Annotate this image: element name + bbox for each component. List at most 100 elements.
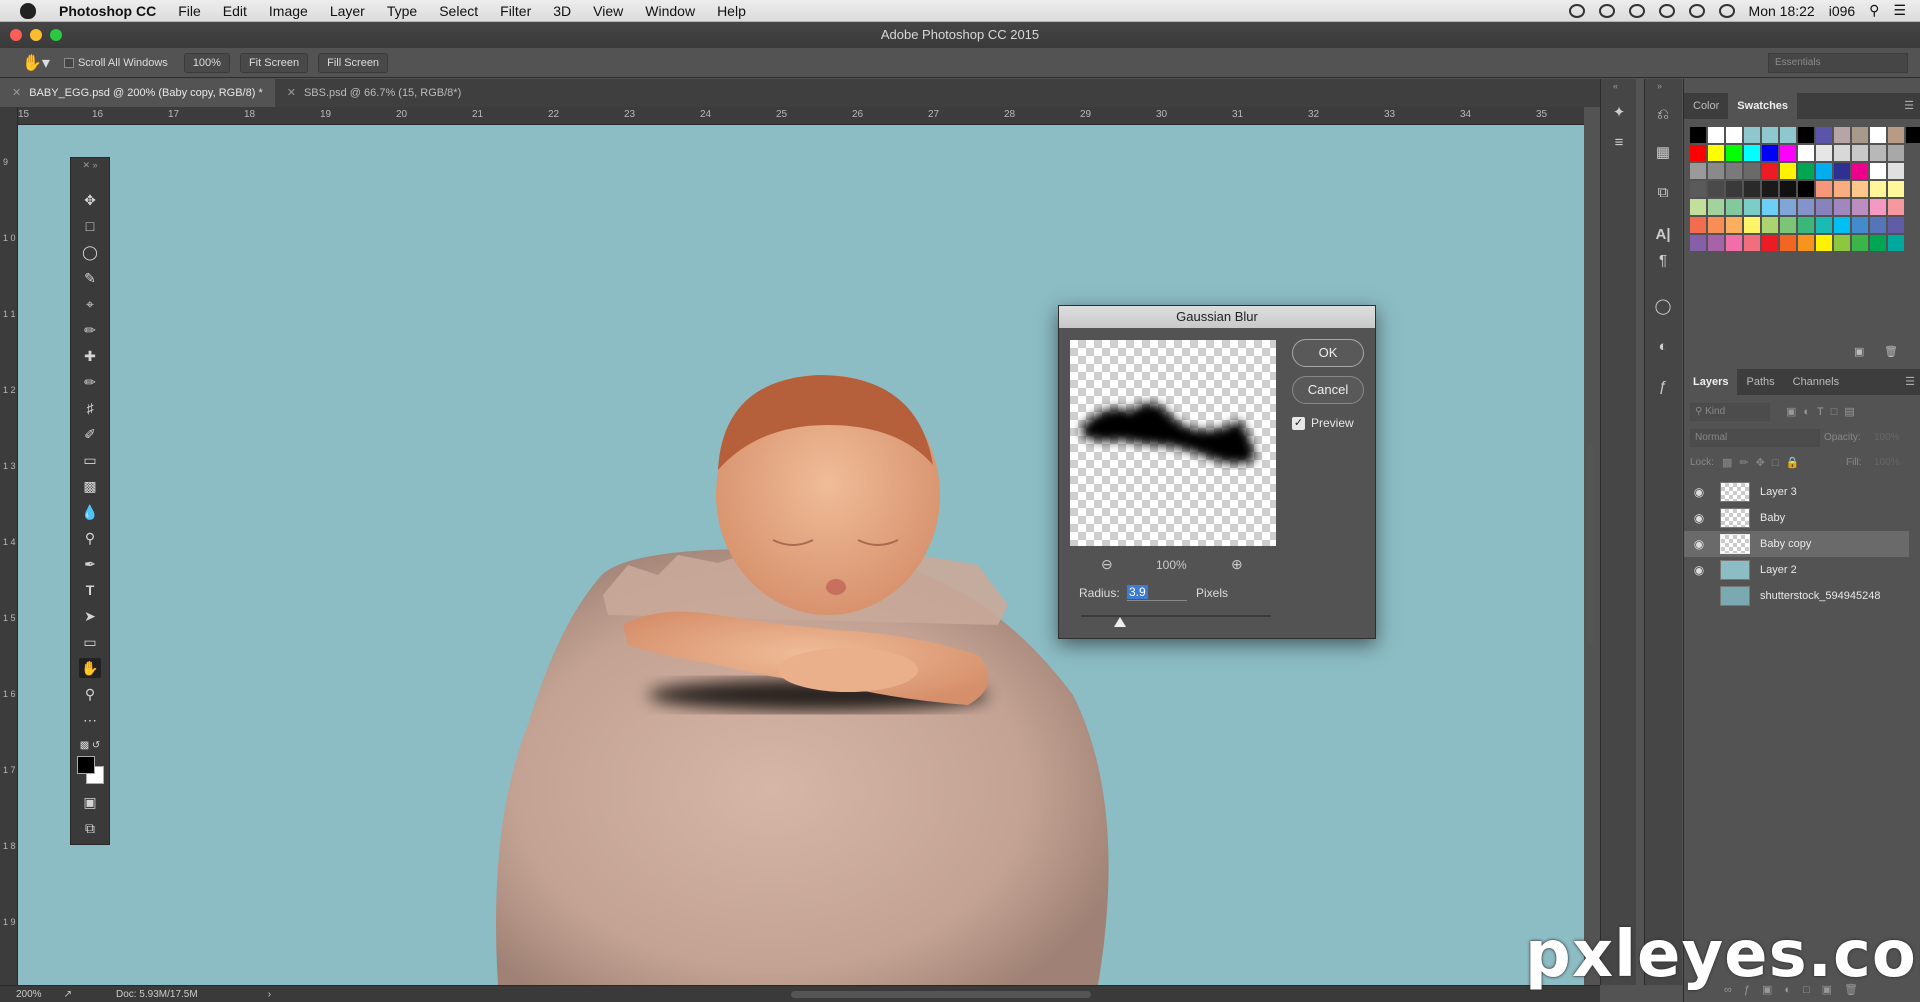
close-tab-icon[interactable]: ✕ bbox=[12, 87, 21, 99]
layer-row-layer-3[interactable]: ◉ Layer 3 bbox=[1684, 479, 1909, 505]
swatch[interactable] bbox=[1744, 145, 1760, 161]
zoom-in-icon[interactable]: ⊕ bbox=[1231, 556, 1243, 573]
layer-filter-icons[interactable]: ▣◐T□▤ bbox=[1786, 405, 1862, 418]
checkmark-icon[interactable]: ✓ bbox=[1292, 416, 1305, 430]
swatch[interactable] bbox=[1888, 217, 1904, 233]
swatch[interactable] bbox=[1708, 145, 1724, 161]
menu-help[interactable]: Help bbox=[706, 3, 757, 19]
tab-swatches[interactable]: Swatches bbox=[1728, 93, 1798, 119]
tab-color[interactable]: Color bbox=[1684, 93, 1728, 119]
paragraph-panel-icon[interactable]: ¶ bbox=[1653, 251, 1673, 271]
rectangle-tool-icon[interactable]: ▭ bbox=[79, 632, 101, 652]
zoom-window-button[interactable] bbox=[50, 29, 62, 41]
horizontal-ruler[interactable]: 15 16 17 18 19 20 21 22 23 24 25 26 27 2… bbox=[18, 107, 1584, 125]
swatch[interactable] bbox=[1852, 145, 1868, 161]
fill-screen-button[interactable]: Fill Screen bbox=[318, 52, 389, 73]
swatch[interactable] bbox=[1744, 163, 1760, 179]
zoom-out-icon[interactable]: ⊖ bbox=[1101, 556, 1113, 573]
swatch[interactable] bbox=[1798, 163, 1814, 179]
scroll-all-windows-checkbox[interactable]: Scroll All Windows bbox=[63, 57, 168, 69]
quick-selection-tool-icon[interactable]: ✎ bbox=[79, 268, 101, 288]
new-swatch-icon[interactable]: ▣ bbox=[1854, 345, 1864, 358]
menu-app-name[interactable]: Photoshop CC bbox=[48, 3, 167, 19]
swatch[interactable] bbox=[1816, 127, 1832, 143]
swatch[interactable] bbox=[1726, 127, 1742, 143]
swatch[interactable] bbox=[1834, 163, 1850, 179]
swatch[interactable] bbox=[1726, 145, 1742, 161]
swatch[interactable] bbox=[1708, 199, 1724, 215]
swatch[interactable] bbox=[1816, 235, 1832, 251]
screen-mode-icon[interactable]: ⧉ bbox=[79, 818, 101, 838]
lasso-tool-icon[interactable]: ◯ bbox=[79, 242, 101, 262]
swatch[interactable] bbox=[1816, 181, 1832, 197]
swatch[interactable] bbox=[1870, 145, 1886, 161]
clone-stamp-tool-icon[interactable]: ♯ bbox=[79, 398, 101, 418]
swatch[interactable] bbox=[1834, 127, 1850, 143]
skype-icon[interactable] bbox=[1568, 3, 1585, 18]
swatch[interactable] bbox=[1834, 217, 1850, 233]
swatch[interactable] bbox=[1780, 127, 1796, 143]
spotlight-icon[interactable]: ⚲ bbox=[1869, 2, 1879, 19]
swatch[interactable] bbox=[1762, 163, 1778, 179]
cancel-button[interactable]: Cancel bbox=[1292, 376, 1364, 404]
status-zoom[interactable]: 200% bbox=[16, 989, 42, 1000]
menu-clock[interactable]: Mon 18:22 bbox=[1749, 3, 1815, 19]
history-panel-icon[interactable]: ⎌ bbox=[1653, 105, 1673, 125]
tab-channels[interactable]: Channels bbox=[1784, 369, 1848, 395]
bluetooth-icon[interactable] bbox=[1628, 3, 1645, 18]
swatch[interactable] bbox=[1690, 217, 1706, 233]
visibility-eye-icon[interactable]: ◉ bbox=[1684, 563, 1714, 577]
menu-file[interactable]: File bbox=[167, 3, 212, 19]
hand-tool-preset-icon[interactable]: ✋▾ bbox=[22, 53, 50, 73]
notification-center-icon[interactable]: ☰ bbox=[1893, 2, 1906, 19]
menu-layer[interactable]: Layer bbox=[319, 3, 376, 19]
menu-filter[interactable]: Filter bbox=[489, 3, 542, 19]
blur-preview[interactable] bbox=[1070, 340, 1276, 546]
layer-filter-kind[interactable]: ⚲ Kind bbox=[1690, 403, 1770, 421]
preview-checkbox[interactable]: ✓ Preview bbox=[1292, 416, 1354, 430]
swatch[interactable] bbox=[1726, 163, 1742, 179]
toolbox-collapse-icon[interactable]: ✕ » bbox=[79, 160, 101, 170]
creative-cloud-icon[interactable] bbox=[1598, 3, 1615, 18]
dodge-tool-icon[interactable]: ⚲ bbox=[79, 528, 101, 548]
marquee-tool-icon[interactable]: □ bbox=[79, 216, 101, 236]
actions-panel-icon[interactable]: ƒ bbox=[1653, 377, 1673, 397]
swatch[interactable] bbox=[1870, 235, 1886, 251]
libraries-panel-icon[interactable]: ◯ bbox=[1653, 297, 1673, 317]
layer-row-baby[interactable]: ◉ Baby bbox=[1684, 505, 1909, 531]
swatch[interactable] bbox=[1852, 163, 1868, 179]
swatch[interactable] bbox=[1726, 199, 1742, 215]
crop-tool-icon[interactable]: ⌖ bbox=[79, 294, 101, 314]
visibility-eye-icon[interactable]: ◉ bbox=[1684, 537, 1714, 551]
swatch[interactable] bbox=[1690, 199, 1706, 215]
adjustments-panel-icon[interactable]: ◐ bbox=[1653, 337, 1673, 357]
swatch[interactable] bbox=[1852, 127, 1868, 143]
swatch[interactable] bbox=[1888, 163, 1904, 179]
tab-layers[interactable]: Layers bbox=[1684, 369, 1738, 395]
tab-sbs[interactable]: ✕ SBS.psd @ 66.7% (15, RGB/8*) bbox=[275, 79, 474, 107]
swatch[interactable] bbox=[1780, 199, 1796, 215]
swatch[interactable] bbox=[1780, 217, 1796, 233]
checkbox-box[interactable] bbox=[63, 57, 74, 68]
opacity-value[interactable]: 100% bbox=[1874, 432, 1900, 443]
swatch[interactable] bbox=[1852, 217, 1868, 233]
close-window-button[interactable] bbox=[10, 29, 22, 41]
gradient-tool-icon[interactable]: ▩ bbox=[79, 476, 101, 496]
delete-swatch-icon[interactable]: 🗑 bbox=[1884, 345, 1898, 358]
menu-window[interactable]: Window bbox=[634, 3, 706, 19]
healing-brush-tool-icon[interactable]: ✚ bbox=[79, 346, 101, 366]
radius-slider-track[interactable] bbox=[1081, 615, 1271, 617]
history-brush-tool-icon[interactable]: ✐ bbox=[79, 424, 101, 444]
lock-icons[interactable]: ▩✏✥□🔒 bbox=[1722, 456, 1806, 469]
swatch[interactable] bbox=[1744, 127, 1760, 143]
edit-toolbar-icon[interactable]: ⋯ bbox=[79, 710, 101, 730]
swatch[interactable] bbox=[1798, 145, 1814, 161]
swatch[interactable] bbox=[1816, 163, 1832, 179]
swatch[interactable] bbox=[1870, 127, 1886, 143]
export-icon[interactable]: ↗ bbox=[64, 989, 72, 1000]
strip-expand-icon[interactable]: « bbox=[1613, 81, 1618, 91]
swatch[interactable] bbox=[1888, 127, 1904, 143]
swatch[interactable] bbox=[1708, 163, 1724, 179]
swatch[interactable] bbox=[1888, 235, 1904, 251]
layer-row-baby-copy[interactable]: ◉ Baby copy bbox=[1684, 531, 1909, 557]
